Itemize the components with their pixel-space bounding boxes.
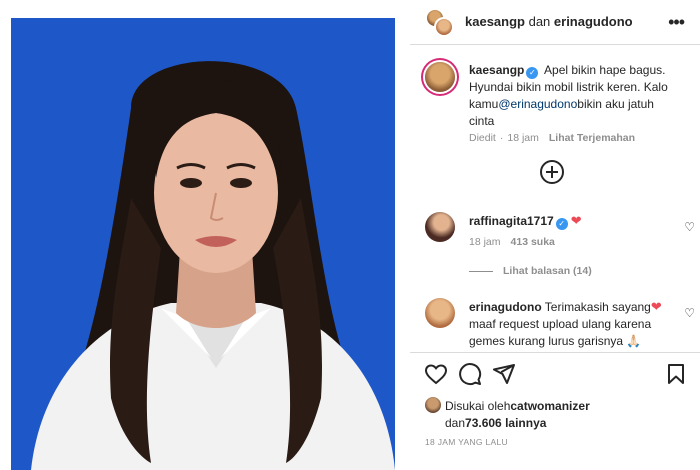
heart-icon[interactable] [424, 362, 448, 386]
likes-joiner: dan [445, 416, 466, 430]
author-link-kaesangp[interactable]: kaesangp [465, 14, 525, 29]
post-header: kaesangp dan erinagudono ••• [410, 0, 700, 44]
view-replies-button[interactable]: Lihat balasan (14) [469, 265, 592, 277]
comment-text-part1: Terimakasih sayang [544, 300, 651, 314]
comment-time: 18 jam [469, 236, 501, 248]
verified-badge-icon: ✓ [555, 218, 568, 230]
comment-likes[interactable]: 413 suka [511, 236, 555, 248]
comment-like-heart-icon[interactable]: ♡ [684, 306, 695, 320]
likes-count-link[interactable]: 73.606 lainnya [465, 416, 546, 430]
comment-username[interactable]: raffinagita1717 [469, 214, 554, 228]
post-authors: kaesangp dan erinagudono [465, 14, 633, 29]
likes-prefix: Disukai oleh [445, 399, 511, 413]
likes-summary: Disukai olehcatwomanizer dan73.606 lainn… [425, 397, 590, 432]
comment: erinagudono Terimakasih sayang❤ maaf req… [425, 298, 695, 350]
translate-link[interactable]: Lihat Terjemahan [549, 132, 635, 144]
load-more-comments-icon[interactable] [540, 160, 564, 184]
comment-username[interactable]: erinagudono [469, 300, 542, 314]
edited-label: Diedit [469, 132, 496, 144]
post-details-panel: kaesangp dan erinagudono ••• kaesangp ✓ A… [410, 0, 700, 470]
comment-like-heart-icon[interactable]: ♡ [684, 220, 695, 234]
avatar[interactable] [434, 17, 454, 37]
heart-emoji: ❤ [650, 299, 662, 314]
heart-emoji: ❤ [570, 213, 582, 228]
avatar[interactable] [425, 62, 455, 92]
comment-text-part2: maaf request upload ulang karena gemes k… [469, 317, 652, 348]
collab-avatars[interactable] [425, 8, 455, 38]
caption-time: 18 jam [507, 132, 539, 144]
replies-line [469, 270, 493, 272]
post-photo[interactable] [11, 18, 395, 470]
comment-text: raffinagita1717 ✓ ❤ [469, 212, 679, 230]
post-timestamp[interactable]: 18 JAM YANG LALU [425, 437, 508, 447]
actions-divider [410, 352, 700, 353]
comment-meta: 18 jam 413 suka [469, 236, 565, 248]
send-icon[interactable] [492, 362, 516, 386]
caption-text: kaesangp ✓ Apel bikin hape bagus. Hyundai… [469, 62, 679, 130]
more-options-icon[interactable]: ••• [668, 12, 685, 33]
instagram-post-view: kaesangp dan erinagudono ••• kaesangp ✓ A… [0, 0, 700, 470]
likes-suffix: lainnya [501, 416, 547, 430]
action-bar [410, 356, 700, 390]
avatar[interactable] [425, 298, 455, 328]
bookmark-icon[interactable] [664, 362, 688, 386]
author-link-erinagudono[interactable]: erinagudono [554, 14, 633, 29]
comment-text: erinagudono Terimakasih sayang❤ maaf req… [469, 298, 679, 350]
comment-icon[interactable] [458, 362, 482, 386]
likes-user-link[interactable]: catwomanizer [510, 399, 589, 413]
avatar[interactable] [425, 397, 441, 413]
avatar[interactable] [425, 212, 455, 242]
portrait-image [11, 18, 395, 470]
likes-count: 73.606 [465, 416, 502, 430]
authors-joiner: dan [524, 14, 554, 29]
caption-username[interactable]: kaesangp [469, 63, 524, 77]
pray-emoji: 🙏🏻 [626, 334, 642, 348]
caption: kaesangp ✓ Apel bikin hape bagus. Hyundai… [425, 62, 695, 152]
verified-badge-icon: ✓ [526, 67, 539, 79]
caption-meta: Diedit · 18 jam Lihat Terjemahan [469, 132, 636, 144]
comment: raffinagita1717 ✓ ❤ 18 jam 413 suka ♡ [425, 212, 695, 262]
mention-link[interactable]: @erinagudono [498, 97, 577, 111]
view-replies-label: Lihat balasan (14) [503, 265, 592, 277]
header-divider [410, 44, 700, 45]
